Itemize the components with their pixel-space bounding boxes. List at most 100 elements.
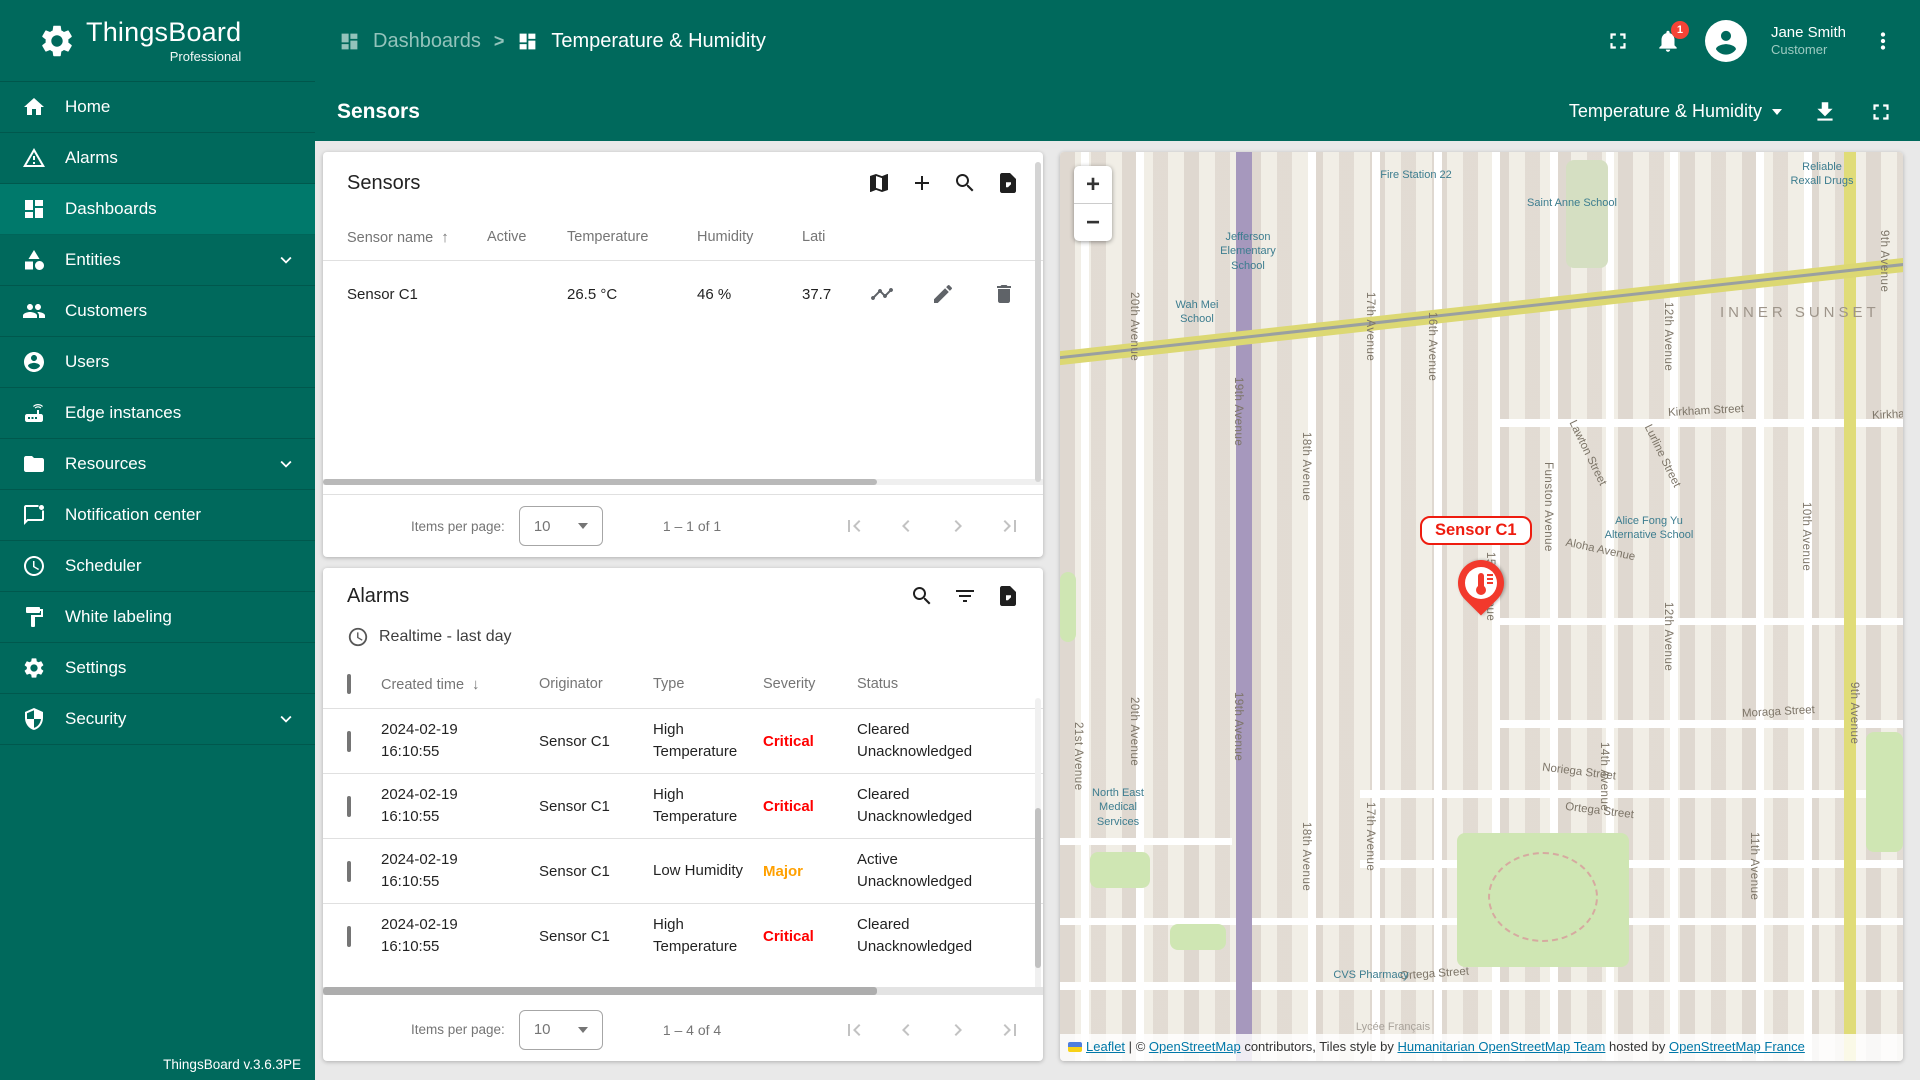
zoom-out-button[interactable]: − bbox=[1074, 204, 1112, 241]
sidebar-item-edge-instances[interactable]: Edge instances bbox=[0, 388, 315, 439]
column-humidity[interactable]: Humidity bbox=[697, 229, 802, 245]
vertical-scrollbar[interactable] bbox=[1035, 698, 1041, 990]
first-page-icon[interactable] bbox=[841, 513, 867, 539]
sidebar-item-entities[interactable]: Entities bbox=[0, 235, 315, 286]
horizontal-scrollbar[interactable] bbox=[323, 479, 1043, 485]
column-severity[interactable]: Severity bbox=[763, 676, 857, 692]
column-sensor-name[interactable]: Sensor name ↑ bbox=[347, 229, 487, 246]
more-vert-icon[interactable] bbox=[1870, 28, 1896, 54]
alarm-status: Cleared Unacknowledged bbox=[857, 784, 977, 828]
map-icon[interactable] bbox=[866, 170, 892, 196]
user-info[interactable]: Jane Smith Customer bbox=[1771, 24, 1846, 59]
search-icon[interactable] bbox=[952, 170, 978, 196]
prev-page-icon[interactable] bbox=[893, 1017, 919, 1043]
app-logo[interactable]: ThingsBoard Professional bbox=[0, 0, 315, 82]
column-active[interactable]: Active bbox=[487, 229, 567, 245]
marker-tooltip[interactable]: Sensor C1 bbox=[1420, 516, 1532, 545]
column-type[interactable]: Type bbox=[653, 676, 763, 692]
export-icon[interactable] bbox=[995, 583, 1021, 609]
people-icon bbox=[22, 299, 46, 323]
leaflet-link[interactable]: Leaflet bbox=[1086, 1039, 1125, 1054]
delete-icon[interactable] bbox=[991, 281, 1017, 307]
dashboard-toolbar: Sensors Temperature & Humidity bbox=[315, 82, 1920, 141]
osm-link[interactable]: OpenStreetMap bbox=[1149, 1039, 1241, 1054]
attribution-divider: | bbox=[1129, 1039, 1132, 1054]
add-icon[interactable] bbox=[909, 170, 935, 196]
download-icon[interactable] bbox=[1812, 99, 1838, 125]
chevron-down-icon bbox=[275, 249, 297, 271]
page-size-select[interactable]: 10 bbox=[519, 1010, 603, 1050]
column-created-time[interactable]: Created time ↓ bbox=[381, 676, 539, 693]
fullscreen-icon[interactable] bbox=[1605, 28, 1631, 54]
router-icon bbox=[22, 401, 46, 425]
dashboards-icon bbox=[22, 197, 46, 221]
sidebar-item-dashboards[interactable]: Dashboards bbox=[0, 184, 315, 235]
alarm-originator: Sensor C1 bbox=[539, 733, 653, 750]
sidebar: ThingsBoard Professional Home Alarms Das… bbox=[0, 0, 315, 1080]
column-status[interactable]: Status bbox=[857, 676, 1043, 692]
sensor-table-row[interactable]: Sensor C1 26.5 °C 46 % 37.7 bbox=[323, 261, 1043, 327]
hot-link[interactable]: Humanitarian OpenStreetMap Team bbox=[1398, 1039, 1606, 1054]
filter-icon[interactable] bbox=[952, 583, 978, 609]
prev-page-icon[interactable] bbox=[893, 513, 919, 539]
alarm-table-row[interactable]: 2024-02-1916:10:55 Sensor C1 Low Humidit… bbox=[323, 838, 1043, 903]
alarm-table-row[interactable]: 2024-02-1916:10:55 Sensor C1 High Temper… bbox=[323, 773, 1043, 838]
last-page-icon[interactable] bbox=[997, 513, 1023, 539]
page-size-select[interactable]: 10 bbox=[519, 506, 603, 546]
select-all-checkbox[interactable] bbox=[347, 674, 351, 694]
column-originator[interactable]: Originator bbox=[539, 676, 653, 692]
alarm-table-row[interactable]: 2024-02-1916:10:55 Sensor C1 High Temper… bbox=[323, 903, 1043, 968]
sensors-pagination: Items per page: 10 1 – 1 of 1 bbox=[323, 494, 1043, 557]
alarm-originator: Sensor C1 bbox=[539, 863, 653, 880]
avatar[interactable] bbox=[1705, 20, 1747, 62]
sidebar-item-resources[interactable]: Resources bbox=[0, 439, 315, 490]
next-page-icon[interactable] bbox=[945, 1017, 971, 1043]
zoom-in-button[interactable]: + bbox=[1074, 166, 1112, 203]
map-widget[interactable]: 20th Avenue 17th Avenue 16th Avenue 12th… bbox=[1060, 152, 1903, 1061]
row-checkbox[interactable] bbox=[347, 926, 351, 947]
sidebar-item-security[interactable]: Security bbox=[0, 694, 315, 745]
last-page-icon[interactable] bbox=[997, 1017, 1023, 1043]
sidebar-item-scheduler[interactable]: Scheduler bbox=[0, 541, 315, 592]
alarm-date: 2024-02-19 bbox=[381, 719, 501, 741]
notifications-bell[interactable]: 1 bbox=[1655, 28, 1681, 54]
osm-france-link[interactable]: OpenStreetMap France bbox=[1669, 1039, 1805, 1054]
sort-desc-icon: ↓ bbox=[472, 676, 480, 693]
column-temperature[interactable]: Temperature bbox=[567, 229, 697, 245]
alarm-originator: Sensor C1 bbox=[539, 928, 653, 945]
sidebar-item-customers[interactable]: Customers bbox=[0, 286, 315, 337]
export-icon[interactable] bbox=[995, 170, 1021, 196]
sidebar-item-alarms[interactable]: Alarms bbox=[0, 133, 315, 184]
dashboard-state-select[interactable]: Temperature & Humidity bbox=[1569, 101, 1782, 122]
sidebar-item-white-labeling[interactable]: White labeling bbox=[0, 592, 315, 643]
sidebar-item-settings[interactable]: Settings bbox=[0, 643, 315, 694]
app-version: ThingsBoard v.3.6.3PE bbox=[163, 1057, 301, 1072]
sort-asc-icon: ↑ bbox=[441, 229, 449, 246]
horizontal-scrollbar[interactable] bbox=[323, 987, 1043, 995]
fullscreen-icon[interactable] bbox=[1868, 99, 1894, 125]
vertical-scrollbar[interactable] bbox=[1035, 162, 1041, 482]
first-page-icon[interactable] bbox=[841, 1017, 867, 1043]
row-checkbox[interactable] bbox=[347, 796, 351, 817]
folder-icon bbox=[22, 452, 46, 476]
map-green-patch bbox=[1090, 852, 1150, 888]
alarm-severity: Major bbox=[763, 863, 857, 880]
timewindow-button[interactable]: Realtime - last day bbox=[323, 624, 1043, 660]
column-latitude[interactable]: Lati bbox=[802, 229, 1043, 245]
sidebar-item-notification-center[interactable]: Notification center bbox=[0, 490, 315, 541]
poi-label: Wah Mei School bbox=[1164, 298, 1230, 327]
next-page-icon[interactable] bbox=[945, 513, 971, 539]
map-attribution: Leaflet | © OpenStreetMap contributors, … bbox=[1060, 1034, 1903, 1062]
attribution-text: contributors, Tiles style by bbox=[1244, 1039, 1394, 1054]
timeseries-chart-icon[interactable] bbox=[869, 281, 895, 307]
row-checkbox[interactable] bbox=[347, 731, 351, 752]
row-checkbox[interactable] bbox=[347, 861, 351, 882]
alarm-date: 2024-02-19 bbox=[381, 849, 501, 871]
breadcrumb-parent[interactable]: Dashboards bbox=[373, 30, 481, 53]
edit-icon[interactable] bbox=[930, 281, 956, 307]
search-icon[interactable] bbox=[909, 583, 935, 609]
alarm-table-row[interactable]: 2024-02-1916:10:55 Sensor C1 High Temper… bbox=[323, 708, 1043, 773]
sidebar-item-users[interactable]: Users bbox=[0, 337, 315, 388]
sidebar-item-home[interactable]: Home bbox=[0, 82, 315, 133]
map-area-label: INNER SUNSET bbox=[1720, 304, 1880, 321]
